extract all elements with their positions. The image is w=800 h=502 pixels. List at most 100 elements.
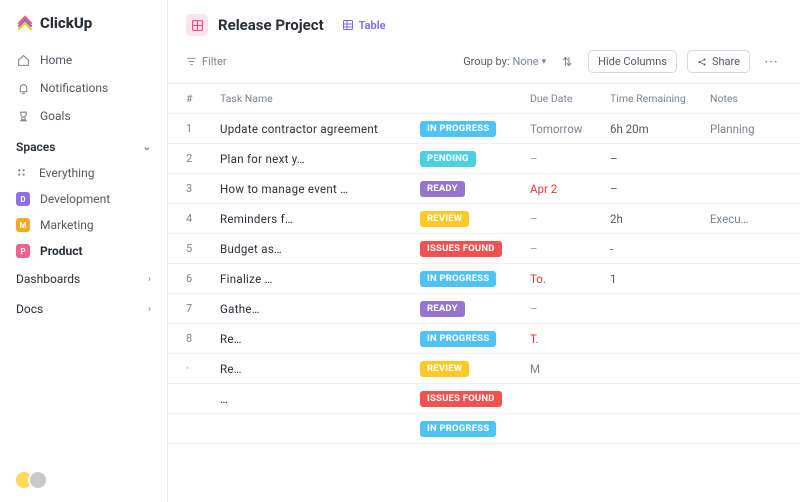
nav-label: Home xyxy=(40,53,72,67)
cell-index: 3 xyxy=(186,182,220,195)
cell-name: Finalize … xyxy=(220,272,420,286)
cell-due: – xyxy=(530,302,610,316)
app-name: ClickUp xyxy=(40,14,92,32)
spaces-header[interactable]: Spaces ⌄ xyxy=(0,130,167,160)
main: Release Project Table Filter Group by: N… xyxy=(168,0,800,502)
space-item-product[interactable]: PProduct xyxy=(0,238,167,264)
status-badge: READY xyxy=(420,181,465,197)
share-icon xyxy=(697,57,707,67)
app-logo[interactable]: ClickUp xyxy=(0,14,167,46)
nav-item-home[interactable]: Home xyxy=(0,46,167,74)
home-icon xyxy=(16,53,30,67)
status-badge: IN PROGRESS xyxy=(420,421,496,437)
cell-name: Gathe… xyxy=(220,302,420,316)
table-row[interactable]: 1Update contractor agreementIN PROGRESST… xyxy=(168,114,800,144)
col-index[interactable]: # xyxy=(186,92,220,105)
cell-name: Re… xyxy=(220,362,420,376)
cell-index: 4 xyxy=(186,212,220,225)
table-row[interactable]: 4Reminders f…REVIEW–2hExecu… xyxy=(168,204,800,234)
table-row[interactable]: 3How to manage event …READY Apr 2– xyxy=(168,174,800,204)
col-name[interactable]: Task Name xyxy=(220,92,420,105)
cell-time: 1 xyxy=(610,272,710,286)
space-item-marketing[interactable]: MMarketing xyxy=(0,212,167,238)
table-row[interactable]: …ISSUES FOUND xyxy=(168,384,800,414)
table-row[interactable]: 8Re…IN PROGRESST. xyxy=(168,324,800,354)
cell-due: M xyxy=(530,362,610,376)
groupby-selector[interactable]: Group by: None ▾ xyxy=(463,55,546,68)
chevron-down-icon: ▾ xyxy=(542,57,547,67)
spaces-label: Spaces xyxy=(16,140,55,154)
cell-name: How to manage event … xyxy=(220,182,420,196)
space-badge: M xyxy=(16,218,30,232)
cell-index: 7 xyxy=(186,302,220,315)
more-button[interactable]: ⋯ xyxy=(760,54,782,70)
status-badge: IN PROGRESS xyxy=(420,121,496,137)
status-badge: IN PROGRESS xyxy=(420,271,496,287)
avatar xyxy=(28,470,48,490)
space-badge: P xyxy=(16,244,30,258)
sort-button[interactable]: ⇅ xyxy=(556,51,578,73)
cell-status: REVIEW xyxy=(420,210,530,227)
cell-due: – xyxy=(530,152,610,166)
cell-status: IN PROGRESS xyxy=(420,330,530,347)
cell-due: T. xyxy=(530,332,610,346)
cell-index: 1 xyxy=(186,122,220,135)
space-label: Everything xyxy=(39,166,94,180)
nav-item-notifications[interactable]: Notifications xyxy=(0,74,167,102)
task-table: # Task Name Due Date Time Remaining Note… xyxy=(168,84,800,502)
table-row[interactable]: 7Gathe…READY– xyxy=(168,294,800,324)
table-row[interactable]: IN PROGRESS xyxy=(168,414,800,444)
cell-due: Apr 2 xyxy=(530,182,610,196)
chevron-down-icon: ⌄ xyxy=(143,142,151,153)
table-row[interactable]: 5Budget as…ISSUES FOUND–- xyxy=(168,234,800,264)
cell-time: 2h xyxy=(610,212,710,226)
cell-index: 8 xyxy=(186,332,220,345)
chevron-right-icon: › xyxy=(148,274,151,285)
cell-name: Update contractor agreement xyxy=(220,122,420,136)
table-icon xyxy=(342,19,354,31)
section-dashboards[interactable]: Dashboards› xyxy=(0,264,167,294)
cell-name: Plan for next y… xyxy=(220,152,420,166)
nav-label: Notifications xyxy=(40,81,108,95)
col-time[interactable]: Time Remaining xyxy=(610,92,710,105)
table-row[interactable]: 6Finalize …IN PROGRESSTo.1 xyxy=(168,264,800,294)
status-badge: REVIEW xyxy=(420,211,469,227)
everything-icon xyxy=(16,167,29,180)
more-icon: ⋯ xyxy=(764,54,778,70)
share-button[interactable]: Share xyxy=(687,50,750,73)
cell-index: 6 xyxy=(186,272,220,285)
avatar-stack[interactable] xyxy=(0,470,167,490)
filter-icon xyxy=(186,56,197,67)
status-badge: IN PROGRESS xyxy=(420,331,496,347)
space-badge: D xyxy=(16,192,30,206)
status-badge: REVIEW xyxy=(420,361,469,377)
table-header: # Task Name Due Date Time Remaining Note… xyxy=(168,84,800,114)
section-label: Docs xyxy=(16,302,43,316)
table-row[interactable]: 2Plan for next y…PENDING –– xyxy=(168,144,800,174)
hide-columns-label: Hide Columns xyxy=(598,55,667,68)
nav-item-goals[interactable]: Goals xyxy=(0,102,167,130)
view-selector[interactable]: Table xyxy=(342,19,386,32)
cell-name: Reminders f… xyxy=(220,212,420,226)
bell-icon xyxy=(16,81,30,95)
col-notes[interactable]: Notes xyxy=(710,92,790,105)
cell-status: PENDING xyxy=(420,150,530,167)
cell-due: – xyxy=(530,212,610,226)
cell-status: READY xyxy=(420,180,530,197)
share-label: Share xyxy=(712,55,740,68)
cell-index: 5 xyxy=(186,242,220,255)
cell-time: – xyxy=(610,182,710,196)
table-row[interactable]: ·Re…REVIEWM xyxy=(168,354,800,384)
hide-columns-button[interactable]: Hide Columns xyxy=(588,50,677,73)
view-label: Table xyxy=(359,19,386,32)
space-item-development[interactable]: DDevelopment xyxy=(0,186,167,212)
sidebar: ClickUp HomeNotificationsGoals Spaces ⌄ … xyxy=(0,0,168,502)
section-docs[interactable]: Docs› xyxy=(0,294,167,324)
filter-button[interactable]: Filter xyxy=(186,55,227,68)
cell-index: 2 xyxy=(186,152,220,165)
cell-time: – xyxy=(610,152,710,166)
col-due[interactable]: Due Date xyxy=(530,92,610,105)
cell-time: 6h 20m xyxy=(610,122,710,136)
status-badge: PENDING xyxy=(420,151,476,167)
space-item-everything[interactable]: Everything xyxy=(0,160,167,186)
